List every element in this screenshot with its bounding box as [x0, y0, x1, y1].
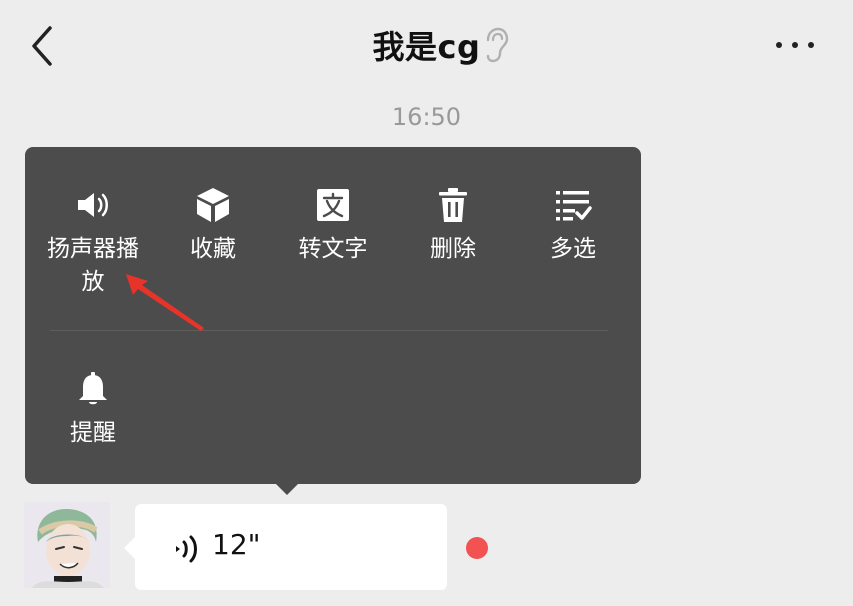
menu-item-label: 删除: [430, 236, 476, 262]
ear-icon[interactable]: [482, 26, 510, 64]
more-button[interactable]: [772, 36, 818, 56]
text-convert-icon: [317, 189, 349, 221]
voice-wave-icon: [176, 535, 197, 563]
voice-duration: 12": [212, 528, 261, 561]
message-timestamp: 16:50: [391, 103, 462, 131]
menu-item-multi-select[interactable]: 多选: [513, 185, 633, 266]
chat-title: 我是cg: [372, 28, 481, 66]
cube-icon: [197, 188, 229, 222]
unread-dot: [466, 537, 488, 559]
bell-icon: [79, 372, 107, 405]
menu-item-reminder[interactable]: 提醒: [33, 369, 153, 450]
speaker-icon: [78, 193, 108, 217]
menu-item-label: 提醒: [70, 420, 116, 446]
trash-icon: [439, 188, 467, 222]
chat-header: 我是cg: [0, 0, 853, 92]
avatar[interactable]: [24, 502, 110, 588]
menu-item-convert-text[interactable]: 转文字: [273, 185, 393, 266]
menu-item-delete[interactable]: 删除: [393, 185, 513, 266]
annotation-arrow-icon: [126, 274, 204, 331]
more-dots-icon: [776, 42, 782, 48]
more-dot: [792, 42, 798, 48]
message-context-menu: 扬声器播 放 收藏 转文字 删除 多选 提醒: [25, 147, 641, 484]
avatar-image: [24, 502, 110, 588]
menu-item-favorite[interactable]: 收藏: [153, 185, 273, 266]
menu-item-label: 收藏: [190, 236, 236, 262]
more-dot: [808, 42, 814, 48]
context-menu-pointer: [276, 484, 298, 495]
menu-item-label: 多选: [550, 236, 596, 262]
bubble-tail: [124, 537, 135, 559]
multi-select-icon: [556, 191, 592, 221]
menu-item-label: 转文字: [298, 236, 368, 262]
